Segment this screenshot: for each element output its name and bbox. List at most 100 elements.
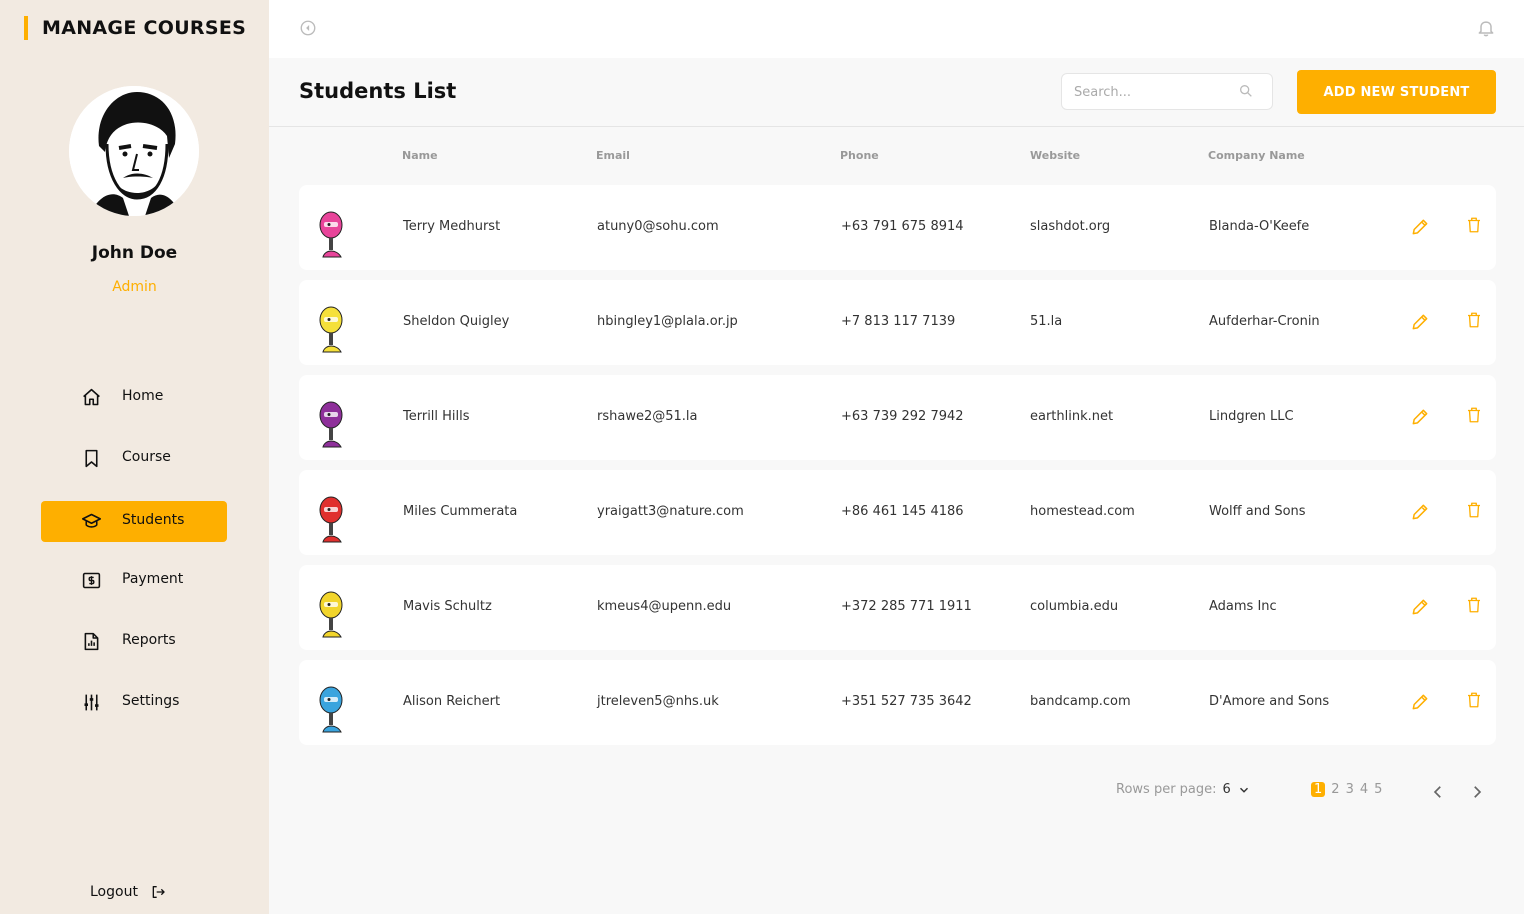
rows-per-page-select[interactable]: Rows per page: 6 <box>1116 782 1251 797</box>
student-name: Miles Cummerata <box>403 504 518 519</box>
edit-pencil-icon[interactable] <box>1410 597 1430 617</box>
user-portrait-image <box>69 86 199 216</box>
robot-avatar-icon <box>319 401 343 448</box>
student-company: Wolff and Sons <box>1209 504 1306 519</box>
add-new-student-button[interactable]: ADD NEW STUDENT <box>1297 70 1496 114</box>
user-avatar <box>69 86 199 216</box>
app-title: MANAGE COURSES <box>24 16 246 40</box>
delete-trash-icon[interactable] <box>1465 405 1483 425</box>
page-numbers: 1 2 3 4 5 <box>1311 782 1382 797</box>
graduation-cap-icon <box>81 513 102 528</box>
delete-trash-icon[interactable] <box>1465 690 1483 710</box>
robot-avatar-icon <box>319 306 343 353</box>
student-website: columbia.edu <box>1030 599 1119 614</box>
robot-avatar-icon <box>319 686 343 733</box>
sidebar-item-home[interactable]: Home <box>41 377 227 418</box>
sidebar-item-students[interactable]: Students <box>41 501 227 542</box>
home-icon <box>83 388 100 406</box>
edit-pencil-icon[interactable] <box>1410 217 1430 237</box>
logout-button[interactable]: Logout <box>90 880 166 904</box>
rows-per-page-value: 6 <box>1222 782 1231 797</box>
sidebar-item-label: Settings <box>122 693 180 709</box>
table-row: Miles Cummerata yraigatt3@nature.com +86 4… <box>299 470 1496 555</box>
student-company: D'Amore and Sons <box>1209 694 1330 709</box>
page-title: Students List <box>299 79 457 103</box>
robot-avatar-icon <box>319 211 343 258</box>
student-phone: +372 285 771 1911 <box>841 599 972 614</box>
student-company: Lindgren LLC <box>1209 409 1294 424</box>
sliders-icon <box>84 694 99 711</box>
column-header-company: Company Name <box>1208 149 1305 162</box>
sidebar-item-label: Students <box>122 512 185 528</box>
sidebar-item-label: Home <box>122 388 164 404</box>
user-role: Admin <box>112 279 157 295</box>
delete-trash-icon[interactable] <box>1465 595 1483 615</box>
student-website: slashdot.org <box>1030 219 1111 234</box>
student-name: Sheldon Quigley <box>403 314 510 329</box>
student-email: kmeus4@upenn.edu <box>597 599 732 614</box>
report-file-icon <box>84 632 99 651</box>
dollar-card-icon <box>82 572 101 589</box>
chevron-down-icon <box>1239 787 1248 793</box>
sidebar-item-label: Course <box>122 449 171 465</box>
page-number[interactable]: 3 <box>1346 782 1354 797</box>
student-name: Terrill Hills <box>403 409 470 424</box>
collapse-sidebar-icon[interactable] <box>299 19 317 37</box>
student-phone: +7 813 117 7139 <box>841 314 956 329</box>
sidebar-item-course[interactable]: Course <box>41 438 227 479</box>
delete-trash-icon[interactable] <box>1465 215 1483 235</box>
edit-pencil-icon[interactable] <box>1410 502 1430 522</box>
student-website: 51.la <box>1030 314 1063 329</box>
student-email: rshawe2@51.la <box>597 409 698 424</box>
top-bar <box>269 0 1524 58</box>
student-email: jtreleven5@nhs.uk <box>597 694 719 709</box>
student-website: earthlink.net <box>1030 409 1114 424</box>
edit-pencil-icon[interactable] <box>1410 692 1430 712</box>
table-row: Alison Reichert jtreleven5@nhs.uk +351 527… <box>299 660 1496 745</box>
student-company: Adams Inc <box>1209 599 1277 614</box>
sidebar-item-settings[interactable]: Settings <box>41 682 227 723</box>
bell-icon[interactable] <box>1476 18 1496 38</box>
logout-label: Logout <box>90 884 138 900</box>
student-website: homestead.com <box>1030 504 1135 519</box>
robot-avatar-icon <box>319 591 343 638</box>
student-name: Terry Medhurst <box>403 219 501 234</box>
student-phone: +63 739 292 7942 <box>841 409 964 424</box>
edit-pencil-icon[interactable] <box>1410 407 1430 427</box>
page-number[interactable]: 1 <box>1311 782 1326 797</box>
page-number[interactable]: 4 <box>1360 782 1368 797</box>
column-header-phone: Phone <box>840 149 879 162</box>
delete-trash-icon[interactable] <box>1465 310 1483 330</box>
delete-trash-icon[interactable] <box>1465 500 1483 520</box>
search-input[interactable] <box>1074 82 1234 102</box>
logout-icon <box>152 886 165 898</box>
student-phone: +351 527 735 3642 <box>841 694 972 709</box>
header-divider <box>269 126 1524 127</box>
student-phone: +86 461 145 4186 <box>841 504 964 519</box>
sidebar-item-label: Payment <box>122 571 184 587</box>
student-name: Alison Reichert <box>403 694 501 709</box>
student-name: Mavis Schultz <box>403 599 492 614</box>
table-row: Terrill Hills rshawe2@51.la +63 739 292 79… <box>299 375 1496 460</box>
student-email: hbingley1@plala.or.jp <box>597 314 738 329</box>
student-phone: +63 791 675 8914 <box>841 219 964 234</box>
student-email: yraigatt3@nature.com <box>597 504 744 519</box>
user-name: John Doe <box>91 243 178 263</box>
column-header-website: Website <box>1030 149 1081 162</box>
page-number[interactable]: 5 <box>1374 782 1382 797</box>
column-header-name: Name <box>402 149 438 162</box>
edit-pencil-icon[interactable] <box>1410 312 1430 332</box>
student-email: atuny0@sohu.com <box>597 219 719 234</box>
next-page-icon[interactable] <box>1468 782 1486 802</box>
robot-avatar-icon <box>319 496 343 543</box>
column-header-email: Email <box>596 149 630 162</box>
table-row: Mavis Schultz kmeus4@upenn.edu +372 285 77… <box>299 565 1496 650</box>
search-icon[interactable] <box>1238 83 1254 99</box>
sidebar-item-label: Reports <box>122 632 176 648</box>
page-number[interactable]: 2 <box>1331 782 1339 797</box>
rows-per-page-label: Rows per page: <box>1116 782 1217 797</box>
search-box <box>1061 73 1273 110</box>
previous-page-icon[interactable] <box>1429 782 1447 802</box>
sidebar-item-payment[interactable]: Payment <box>41 560 227 601</box>
sidebar-item-reports[interactable]: Reports <box>41 621 227 662</box>
